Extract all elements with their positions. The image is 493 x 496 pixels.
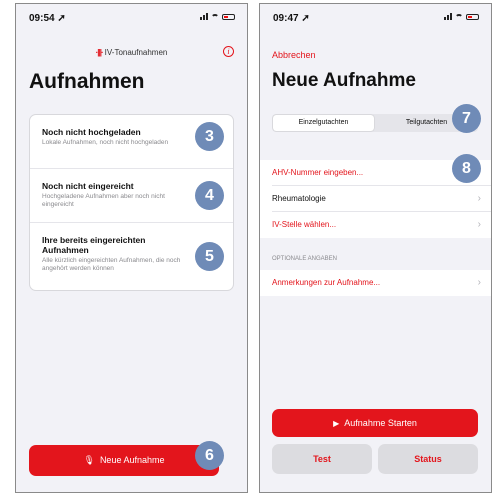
- location-arrow-icon: ➚: [57, 13, 66, 24]
- info-icon[interactable]: i: [223, 46, 234, 57]
- chevron-right-icon: ›: [477, 277, 481, 288]
- battery-icon: [466, 13, 479, 20]
- page-title: Aufnahmen: [29, 70, 145, 93]
- cancel-button[interactable]: Abbrechen: [272, 50, 316, 60]
- optional-list: Anmerkungen zur Aufnahme... ›: [260, 270, 491, 296]
- specialty-row[interactable]: Rheumatologie ›: [272, 186, 491, 212]
- microphone-icon: 🎙: [83, 455, 95, 465]
- tab-einzelgutachten[interactable]: Einzelgutachten: [273, 115, 374, 131]
- status-bar: 09:47 ➚: [260, 4, 491, 32]
- test-button[interactable]: Test: [272, 444, 372, 474]
- new-recording-label: Neue Aufnahme: [99, 455, 165, 465]
- status-button[interactable]: Status: [378, 444, 478, 474]
- wifi-icon: [211, 13, 219, 20]
- location-arrow-icon: ➚: [301, 13, 310, 24]
- signal-icon: [200, 13, 208, 20]
- start-recording-button[interactable]: ▶ Aufnahme Starten: [272, 409, 478, 437]
- start-recording-label: Aufnahme Starten: [344, 418, 417, 428]
- list-item-title: Noch nicht eingereicht: [42, 181, 134, 191]
- row-label: AHV-Nummer eingeben...: [272, 168, 364, 177]
- annotation-badge-6: 6: [195, 441, 224, 470]
- status-time: 09:54 ➚: [29, 13, 66, 24]
- list-item-subtitle: Alle kürzlich eingereichten Aufnahmen, d…: [42, 257, 181, 272]
- app-brand-name: IV-Tonaufnahmen: [104, 48, 168, 57]
- battery-icon: [222, 13, 235, 20]
- list-item-subtitle: Lokale Aufnahmen, noch nicht hochgeladen: [42, 139, 169, 146]
- list-item-title: Noch nicht hochgeladen: [42, 127, 141, 137]
- new-recording-button[interactable]: 🎙 Neue Aufnahme: [29, 445, 219, 476]
- list-item-subtitle: Hochgeladene Aufnahmen aber noch nicht e…: [42, 193, 165, 208]
- chevron-right-icon: ›: [477, 219, 481, 230]
- annotation-badge-5: 5: [195, 242, 224, 271]
- app-brand: ·|||· IV-Tonaufnahmen: [16, 48, 247, 57]
- sound-wave-logo-icon: ·|||·: [95, 48, 104, 57]
- annotation-badge-8: 8: [452, 154, 481, 183]
- chevron-right-icon: ›: [477, 193, 481, 204]
- page-title: Neue Aufnahme: [272, 70, 416, 91]
- notes-row[interactable]: Anmerkungen zur Aufnahme... ›: [272, 270, 491, 296]
- phone-screen-new-recording: 09:47 ➚ Abbrechen Neue Aufnahme Einzelgu…: [259, 3, 492, 493]
- annotation-badge-3: 3: [195, 122, 224, 151]
- play-icon: ▶: [333, 419, 340, 428]
- iv-office-row[interactable]: IV-Stelle wählen... ›: [272, 212, 491, 238]
- optional-section-header: OPTIONALE ANGABEN: [272, 256, 338, 262]
- annotation-badge-4: 4: [195, 181, 224, 210]
- annotation-badge-7: 7: [452, 104, 481, 133]
- list-item-title: Ihre bereits eingereichten Aufnahmen: [42, 235, 146, 255]
- report-type-segmented-control: Einzelgutachten Teilgutachten: [272, 114, 478, 132]
- signal-icon: [444, 13, 452, 20]
- row-label: Rheumatologie: [272, 194, 326, 203]
- status-time: 09:47 ➚: [273, 13, 310, 24]
- wifi-icon: [455, 13, 463, 20]
- status-bar: 09:54 ➚: [16, 4, 247, 32]
- row-label: Anmerkungen zur Aufnahme...: [272, 278, 381, 287]
- row-label: IV-Stelle wählen...: [272, 220, 337, 229]
